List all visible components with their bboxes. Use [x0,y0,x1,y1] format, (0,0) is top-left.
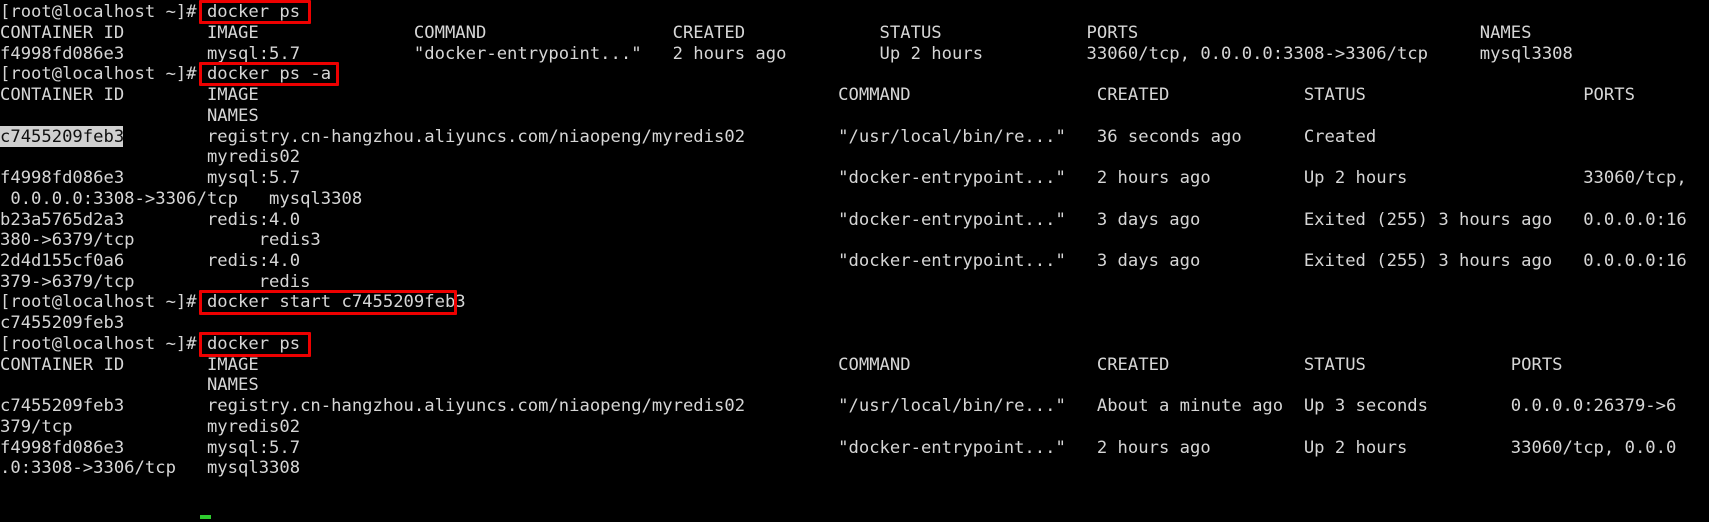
terminal-line: b23a5765d2a3 redis:4.0 "docker-entrypoin… [0,210,1687,230]
text-selection-highlight: c7455209feb3 [0,126,125,147]
terminal-line: CONTAINER ID IMAGE COMMAND CREATED STATU… [0,23,1532,43]
terminal-window[interactable]: [root@localhost ~]# docker ps CONTAINER … [0,0,1709,522]
terminal-line: c7455209feb3 [0,313,125,333]
terminal-line: [root@localhost ~]# docker ps -a [0,64,332,84]
terminal-line: c7455209feb3 registry.cn-hangzhou.aliyun… [0,127,1377,147]
terminal-line: [root@localhost ~]# docker start c745520… [0,292,466,312]
terminal-line: c7455209feb3 registry.cn-hangzhou.aliyun… [0,396,1677,416]
terminal-line: 380->6379/tcp redis3 [0,230,321,250]
terminal-cursor [200,515,211,519]
terminal-line: [root@localhost ~]# docker ps [0,2,301,22]
terminal-line: NAMES [0,375,259,395]
terminal-line: myredis02 [0,147,301,167]
terminal-line: CONTAINER ID IMAGE COMMAND CREATED STATU… [0,85,1635,105]
terminal-line: f4998fd086e3 mysql:5.7 "docker-entrypoin… [0,44,1573,64]
terminal-line: f4998fd086e3 mysql:5.7 "docker-entrypoin… [0,168,1687,188]
terminal-line: [root@localhost ~]# docker ps [0,334,301,354]
terminal-line: 379->6379/tcp redis [0,272,311,292]
terminal-line: 379/tcp myredis02 [0,417,301,437]
terminal-line: NAMES [0,106,259,126]
terminal-line: 0.0.0.0:3308->3306/tcp mysql3308 [0,189,363,209]
terminal-line: 2d4d155cf0a6 redis:4.0 "docker-entrypoin… [0,251,1687,271]
terminal-line: .0:3308->3306/tcp mysql3308 [0,458,301,478]
terminal-line: f4998fd086e3 mysql:5.7 "docker-entrypoin… [0,438,1677,458]
terminal-line: CONTAINER ID IMAGE COMMAND CREATED STATU… [0,355,1563,375]
